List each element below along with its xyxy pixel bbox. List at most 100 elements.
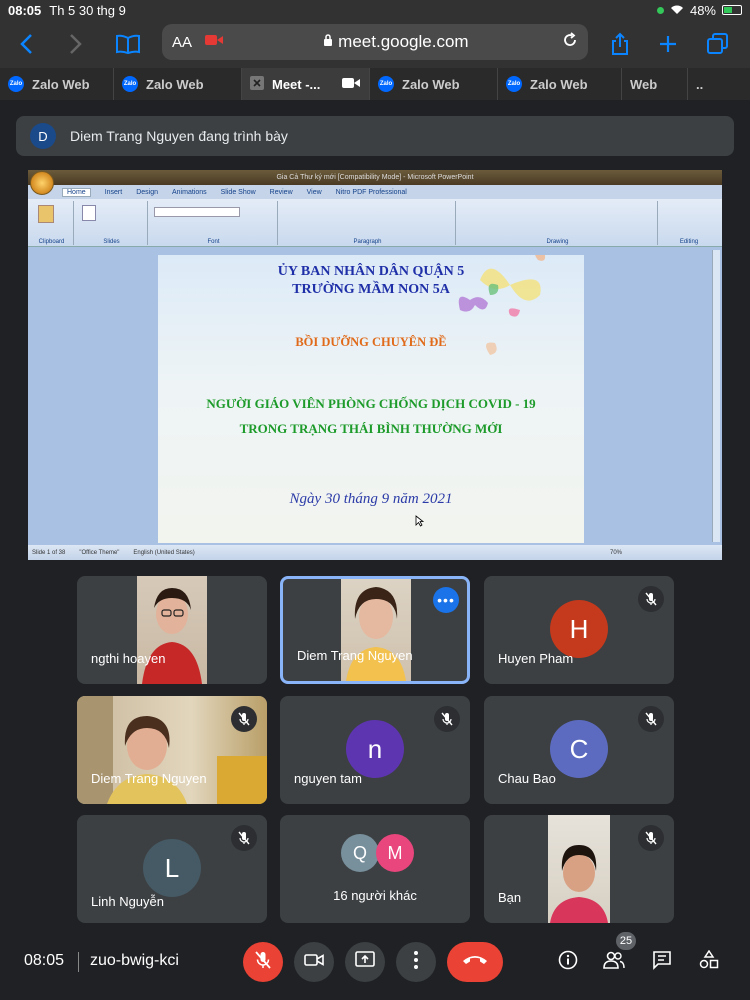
text-size-button[interactable]: AA (172, 34, 192, 51)
meeting-info-button[interactable] (552, 946, 584, 978)
tabs-overview-icon[interactable] (696, 24, 740, 64)
mic-off-icon (231, 825, 257, 851)
group-label: Font (207, 239, 220, 245)
slide-heading: ỦY BAN NHÂN DÂN QUẬN 5 TRƯỜNG MẦM NON 5A (158, 263, 584, 299)
self-video (548, 815, 610, 923)
ribbon-tab-insert: Insert (104, 188, 123, 196)
divider (78, 952, 79, 972)
url-text[interactable]: meet.google.com (230, 32, 562, 52)
share-icon[interactable] (598, 24, 642, 64)
slide-workarea: ỦY BAN NHÂN DÂN QUẬN 5 TRƯỜNG MẦM NON 5A… (28, 247, 722, 545)
slide-date: Ngày 30 tháng 9 năm 2021 (289, 491, 453, 507)
tab-zalo-3[interactable]: Zalo Zalo Web (370, 68, 498, 100)
back-icon[interactable] (4, 24, 48, 64)
more-options-icon[interactable]: ••• (433, 587, 459, 613)
tab-meet[interactable]: Meet -... (242, 68, 370, 100)
present-screen-button[interactable] (345, 942, 385, 982)
status-zoom: 70% (609, 549, 622, 556)
participant-video (137, 576, 207, 684)
tab-zalo-1[interactable]: Zalo Zalo Web (0, 68, 114, 100)
tab-label: Zalo Web (530, 76, 588, 92)
status-right: 48% (656, 3, 742, 18)
mic-off-icon (231, 706, 257, 732)
address-bar[interactable]: AA meet.google.com (162, 24, 588, 60)
activities-button[interactable] (693, 946, 725, 978)
group-label: Paragraph (353, 239, 382, 245)
browser-toolbar: AA meet.google.com (0, 20, 750, 68)
battery-icon (722, 5, 742, 15)
zalo-icon: Zalo (8, 76, 24, 92)
office-button-icon (30, 171, 54, 195)
camera-icon (341, 76, 361, 93)
zalo-icon: Zalo (506, 76, 522, 92)
participant-tile[interactable]: H Huyen Pham (484, 576, 674, 684)
participant-tile[interactable]: Diem Trang Nguyen (77, 696, 267, 804)
forward-icon[interactable] (54, 24, 98, 64)
ribbon-tabs: Home Insert Design Animations Slide Show… (56, 185, 722, 199)
ribbon-group-clipboard: Clipboard (30, 201, 74, 245)
status-theme: "Office Theme" (79, 549, 120, 556)
participant-tile-active[interactable]: ••• Diem Trang Nguyen (280, 576, 470, 684)
self-tile[interactable]: Bạn (484, 815, 674, 923)
mic-off-icon (638, 825, 664, 851)
leave-call-button[interactable] (447, 942, 503, 982)
others-tile[interactable]: Q M 16 người khác (280, 815, 470, 923)
chat-button[interactable] (646, 946, 678, 978)
tab-zalo-4[interactable]: Zalo Zalo Web (498, 68, 622, 100)
bookmarks-icon[interactable] (106, 24, 150, 64)
tab-zalo-2[interactable]: Zalo Zalo Web (114, 68, 242, 100)
ribbon-tab-design: Design (136, 188, 158, 196)
chat-icon (652, 950, 672, 975)
presenter-avatar: D (30, 123, 56, 149)
ribbon-group-editing: Editing (660, 201, 718, 245)
participant-name: Bạn (498, 890, 522, 905)
participant-name: Linh Nguyễn (91, 894, 164, 909)
participant-tile[interactable]: C Chau Bao (484, 696, 674, 804)
more-options-button[interactable] (396, 942, 436, 982)
close-tab-icon[interactable] (250, 75, 264, 93)
mic-toggle-button[interactable] (243, 942, 283, 982)
mic-off-icon (638, 586, 664, 612)
reload-icon[interactable] (562, 31, 578, 53)
tab-web[interactable]: Web (622, 68, 688, 100)
slide-title: NGƯỜI GIÁO VIÊN PHÒNG CHỐNG DỊCH COVID -… (158, 391, 584, 441)
participant-name: Chau Bao (498, 771, 556, 786)
group-label: Drawing (546, 239, 569, 245)
participant-avatar: C (550, 720, 608, 778)
tab-label: Zalo Web (146, 76, 204, 92)
mic-off-icon (434, 706, 460, 732)
people-icon (603, 951, 625, 974)
ppt-window-title: Gia Cả Thư ký mới [Compatibility Mode] -… (28, 170, 722, 185)
ribbon-tab-view: View (306, 188, 322, 196)
other-avatar: Q (341, 834, 379, 872)
ribbon-group-slides: Slides (76, 201, 148, 245)
video-camera-icon (304, 953, 324, 972)
status-date: Th 5 30 thg 9 (49, 2, 126, 18)
participant-name: ngthi hoayen (91, 651, 166, 666)
tab-label: Web (630, 76, 658, 92)
others-count-label: 16 người khác (333, 888, 417, 903)
participant-name: Diem Trang Nguyen (297, 648, 413, 663)
camera-toggle-button[interactable] (294, 942, 334, 982)
tab-more[interactable]: .. (688, 68, 750, 100)
ppt-status-bar: Slide 1 of 38 "Office Theme" English (Un… (28, 545, 722, 560)
people-button[interactable] (598, 946, 630, 978)
slide-title-line-1: NGƯỜI GIÁO VIÊN PHÒNG CHỐNG DỊCH COVID -… (206, 396, 536, 411)
shared-screen[interactable]: Gia Cả Thư ký mới [Compatibility Mode] -… (28, 170, 722, 560)
browser-tabs: Zalo Zalo Web Zalo Zalo Web Meet -... Za… (0, 68, 750, 100)
meeting-time: 08:05 (24, 952, 65, 969)
meet-control-bar: 08:05 zuo-bwig-kci (0, 932, 750, 1000)
participant-tile[interactable]: L Linh Nguyễn (77, 815, 267, 923)
group-label: Editing (679, 239, 699, 245)
new-tab-icon[interactable] (646, 24, 690, 64)
participant-tile[interactable]: ngthi hoayen (77, 576, 267, 684)
activities-icon (699, 949, 719, 975)
status-slide: Slide 1 of 38 (32, 549, 66, 556)
slide-title-line-2: TRONG TRẠNG THÁI BÌNH THƯỜNG MỚI (239, 421, 503, 436)
mouse-cursor-icon (415, 515, 424, 527)
lock-icon (323, 32, 338, 51)
participant-tile[interactable]: n nguyen tam (280, 696, 470, 804)
mic-off-icon (254, 950, 272, 974)
wifi-icon (670, 3, 684, 18)
zalo-icon: Zalo (122, 76, 138, 92)
